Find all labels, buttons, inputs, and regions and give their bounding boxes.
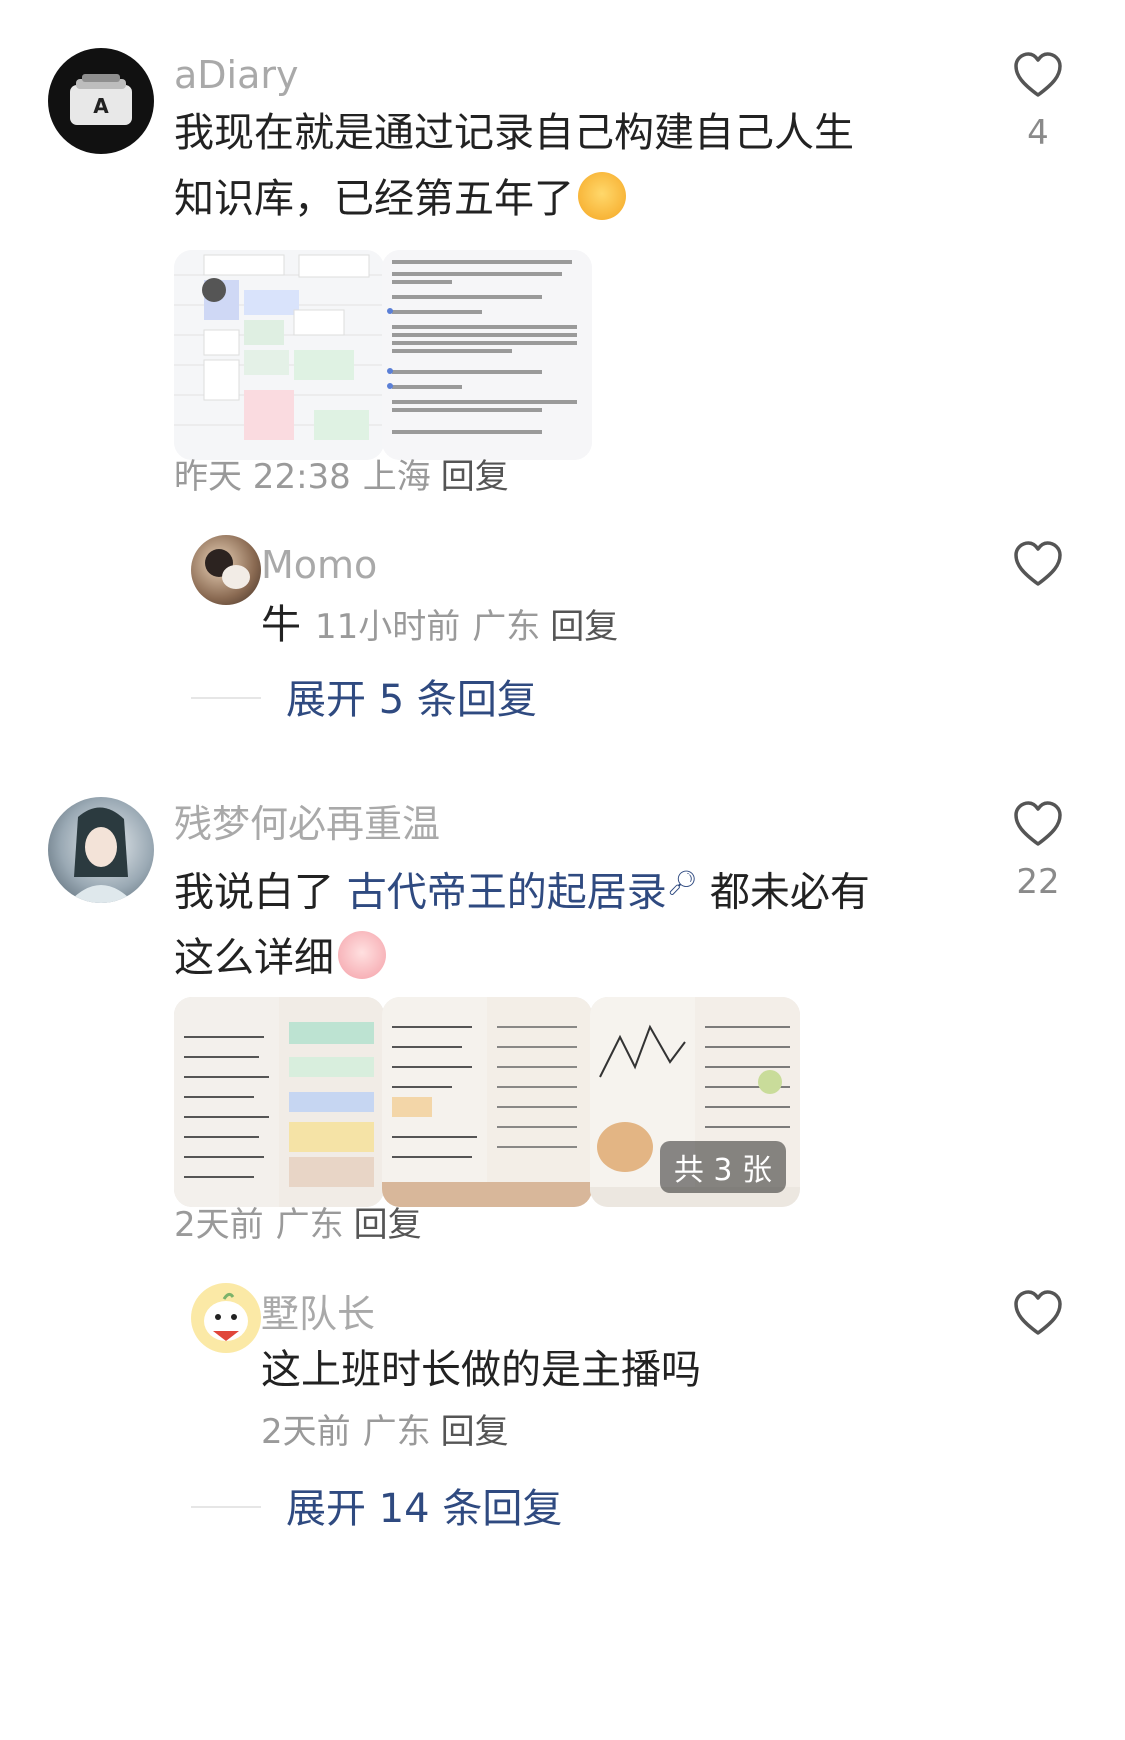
username[interactable]: Momo (261, 546, 377, 584)
heart-icon (1014, 541, 1062, 586)
comment-text: 我说白了 古代帝王的起居录🔎︎ 都未必有这么详细 (174, 850, 874, 991)
ai-chat-screenshot-image (382, 250, 592, 460)
laughing-emoji-icon (578, 172, 626, 220)
avatar[interactable]: A (48, 48, 154, 154)
image-thumbnail[interactable]: 共 3 张 (590, 997, 800, 1207)
search-icon[interactable]: 🔎︎ (667, 869, 697, 897)
like-button[interactable] (1010, 1290, 1066, 1336)
comment-text-content: 我现在就是通过记录自己构建自己人生知识库，已经第五年了 (174, 110, 854, 222)
cartoon-avatar-icon (204, 1292, 248, 1341)
comment-meta: 2天前 广东 回复 (174, 1208, 422, 1242)
image-count-badge: 共 3 张 (659, 1141, 786, 1193)
image-thumbnail[interactable] (174, 250, 384, 460)
reply-meta: 2天前 广东 回复 (261, 1415, 509, 1449)
comment-time: 昨天 22:38 (174, 457, 351, 497)
svg-text:A: A (93, 94, 109, 118)
expand-replies-button[interactable]: 展开 14 条回复 (286, 1489, 562, 1529)
image-thumbnail[interactable] (174, 997, 384, 1207)
username[interactable]: 墅队长 (261, 1295, 375, 1333)
user-photo-icon (205, 549, 250, 589)
reply-text: 牛 (261, 602, 301, 648)
reply-time: 11小时前 (315, 607, 461, 647)
avatar[interactable] (191, 1283, 261, 1353)
search-link[interactable]: 古代帝王的起居录 (347, 869, 667, 915)
avatar[interactable] (48, 797, 154, 903)
like-count: 4 (1027, 113, 1049, 153)
divider (191, 697, 261, 699)
comment-location: 上海 (362, 457, 431, 497)
comment-time: 2天前 (174, 1205, 264, 1245)
reply-button[interactable]: 回复 (354, 1205, 422, 1245)
reply-button[interactable]: 回复 (550, 607, 618, 647)
avatar[interactable] (191, 535, 261, 605)
crying-emoji-icon (338, 931, 386, 980)
reply-button[interactable]: 回复 (441, 1412, 509, 1452)
like-button[interactable]: 4 (1010, 52, 1066, 150)
like-button[interactable] (1010, 541, 1066, 587)
reply-text: 这上班时长做的是主播吗 (261, 1347, 701, 1393)
username[interactable]: aDiary (174, 56, 299, 94)
comment-text-before: 我说白了 (174, 869, 347, 916)
reply-time: 2天前 (261, 1412, 351, 1452)
divider (191, 1506, 261, 1508)
comment-meta: 昨天 22:38 上海 回复 (174, 460, 509, 494)
comment-location: 广东 (275, 1205, 344, 1245)
image-thumbnail[interactable] (382, 250, 592, 460)
like-count: 22 (1016, 862, 1060, 902)
notebook-photo-image (382, 997, 592, 1207)
username[interactable]: 残梦何必再重温 (174, 805, 440, 843)
calendar-screenshot-image (174, 250, 384, 460)
reply-text-row: 牛 11小时前 广东 回复 (261, 605, 618, 645)
heart-icon (1014, 801, 1062, 846)
reply-location: 广东 (472, 607, 541, 647)
user-photo-icon (68, 807, 134, 903)
heart-icon (1014, 1290, 1062, 1335)
heart-icon (1014, 52, 1062, 97)
notebook-photo-image (174, 997, 384, 1207)
reply-button[interactable]: 回复 (441, 457, 509, 497)
reply-location: 广东 (362, 1412, 431, 1452)
like-button[interactable]: 22 (1010, 801, 1066, 899)
image-thumbnail[interactable] (382, 997, 592, 1207)
expand-replies-button[interactable]: 展开 5 条回复 (286, 680, 537, 720)
adiary-logo-icon: A (70, 74, 132, 125)
comment-text: 我现在就是通过记录自己构建自己人生知识库，已经第五年了 (174, 100, 874, 232)
